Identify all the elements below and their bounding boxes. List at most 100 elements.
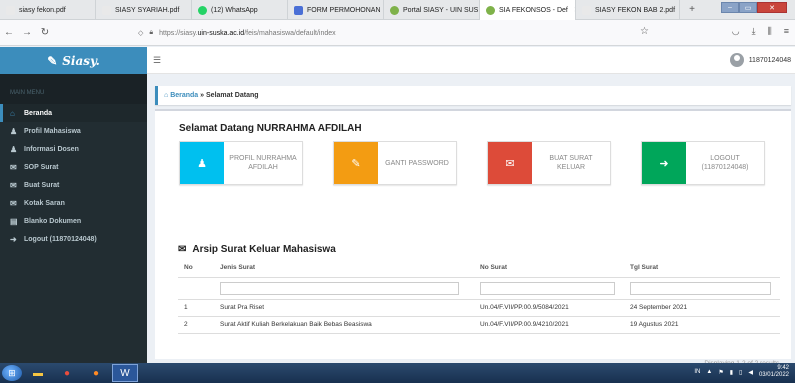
minimize-icon[interactable]: – xyxy=(721,2,739,13)
logout-icon: ➜ xyxy=(10,234,17,244)
tile-label: LOGOUT (11870124048) xyxy=(701,155,749,171)
envelope-icon: ✉ xyxy=(10,198,17,208)
lock-icon: 🔒︎ xyxy=(149,29,154,36)
forward-icon[interactable]: → xyxy=(18,27,36,38)
pdf-icon xyxy=(582,5,591,15)
column-header[interactable]: Jenis Surat xyxy=(214,259,474,278)
signal-icon[interactable]: ▮ xyxy=(730,369,733,376)
cell-jenis: Surat Pra Riset xyxy=(214,299,474,317)
browser-tab[interactable]: SIASY SYARIAH.pdf xyxy=(96,0,192,20)
back-icon[interactable]: ← xyxy=(0,27,18,38)
tile-label: BUAT SURAT KELUAR xyxy=(549,155,593,171)
jenis-surat-filter[interactable] xyxy=(220,281,459,295)
library-icon[interactable]: ⫼ xyxy=(768,26,772,37)
sidebar-item-logout[interactable]: ➜ Logout (11870124048) xyxy=(0,230,147,248)
sidebar-item-profil-mahasiswa[interactable]: ♟ Profil Mahasiswa xyxy=(0,122,147,140)
breadcrumb: ⌂ Beranda » Selamat Datang xyxy=(155,86,791,105)
cell-tgl: 19 Agustus 2021 xyxy=(624,316,780,334)
url-prefix: https://siasy. xyxy=(159,29,198,37)
sidebar-item-kotak-saran[interactable]: ✉ Kotak Saran xyxy=(0,194,147,212)
browser-tab[interactable]: SIASY FEKON BAB 2.pdf xyxy=(576,0,680,20)
user-icon: ♟ xyxy=(180,142,224,184)
browser-nav-bar: ← → ↻ ◇ 🔒︎ https://siasy. uin-suska.ac.id… xyxy=(0,20,795,46)
browser-tab-bar: siasy fekon.pdf SIASY SYARIAH.pdf (12) W… xyxy=(0,0,795,20)
document-icon: ▤ xyxy=(10,216,18,226)
logout-tile[interactable]: ➜ LOGOUT (11870124048) xyxy=(641,141,765,185)
start-button[interactable]: ⊞ xyxy=(2,365,22,381)
sidebar-item-sop-surat[interactable]: ✉ SOP Surat xyxy=(0,158,147,176)
chrome-icon[interactable]: ● xyxy=(54,364,80,382)
sidebar-item-beranda[interactable]: ⌂ Beranda xyxy=(0,104,147,122)
change-password-tile[interactable]: ✎ GANTI PASSWORD xyxy=(333,141,457,185)
system-tray: IN ▲ ⚑ ▮ ▯ ◀︎ 9:42 03/01/2022 xyxy=(694,365,789,379)
envelope-icon: ✉ xyxy=(488,142,532,184)
window-controls: – ▭ ✕ xyxy=(721,2,787,13)
browser-tab-active[interactable]: SIA FEKONSOS - Def✕ xyxy=(480,0,576,20)
pdf-icon xyxy=(6,5,15,15)
shield-icon: ◇ xyxy=(138,30,144,37)
volume-icon[interactable]: ◀︎ xyxy=(748,369,753,376)
taskbar: ⊞ ▬ ● ● W IN ▲ ⚑ ▮ ▯ ◀︎ 9:42 03/01/2022 xyxy=(0,363,795,383)
avatar xyxy=(729,53,744,67)
browser-tab[interactable]: (12) WhatsApp xyxy=(192,0,288,20)
browser-tab[interactable]: Portal SIASY - UIN SUS xyxy=(384,0,480,20)
flag-icon[interactable]: ⚑ xyxy=(718,369,723,376)
bookmark-star-icon[interactable]: ☆ xyxy=(640,26,649,37)
create-letter-tile[interactable]: ✉ BUAT SURAT KELUAR xyxy=(487,141,611,185)
breadcrumb-current: Selamat Datang xyxy=(206,92,259,99)
portal-icon xyxy=(390,5,399,15)
table-row: 2 Surat Aktif Kuliah Berkelakuan Baik Be… xyxy=(178,316,780,334)
new-tab-button[interactable]: + xyxy=(680,0,704,19)
breadcrumb-home-link[interactable]: ⌂ Beranda xyxy=(164,92,198,99)
maximize-icon[interactable]: ▭ xyxy=(739,2,757,13)
column-header[interactable]: No Surat xyxy=(474,259,624,278)
reload-icon[interactable]: ↻ xyxy=(36,27,54,38)
user-icon: ♟ xyxy=(10,126,18,136)
user-id: 11870124048 xyxy=(748,56,791,64)
word-icon[interactable]: W xyxy=(112,364,138,382)
tile-label: GANTI PASSWORD xyxy=(385,159,449,167)
firefox-icon[interactable]: ● xyxy=(83,364,109,382)
address-bar[interactable]: ◇ 🔒︎ https://siasy. uin-suska.ac.id/feis/… xyxy=(138,24,618,42)
menu-icon[interactable]: ≡ xyxy=(784,26,789,37)
sidebar-item-buat-surat[interactable]: ✉ Buat Surat xyxy=(0,176,147,194)
language-indicator[interactable]: IN xyxy=(694,369,700,375)
home-icon: ⌂ xyxy=(10,108,15,118)
user-menu[interactable]: 11870124048 xyxy=(729,53,791,67)
browser-tab[interactable]: FORM PERMOHONAN xyxy=(288,0,384,20)
sidebar: ✎ Siasy. MAIN MENU ⌂ Beranda ♟ Profil Mahas… xyxy=(0,47,147,363)
main-content: ⌂ Beranda » Selamat Datang Selamat Datan… xyxy=(147,74,795,367)
tgl-surat-filter[interactable] xyxy=(630,281,771,295)
envelope-icon: ✉ xyxy=(10,180,17,190)
logout-icon: ➜ xyxy=(642,142,686,184)
download-icon[interactable]: ⤓ xyxy=(752,26,756,37)
sidebar-item-informasi-dosen[interactable]: ♟ Informasi Dosen xyxy=(0,140,147,158)
pocket-icon[interactable]: ◡ xyxy=(732,26,740,37)
brand-logo[interactable]: ✎ Siasy. xyxy=(0,47,147,74)
cell-nomor: Un.04/F.VII/PP.00.9/5084/2021 xyxy=(474,299,624,317)
profile-tile[interactable]: ♟ PROFIL NURRAHMA AFDILAH xyxy=(179,141,303,185)
browser-tab[interactable]: siasy fekon.pdf xyxy=(0,0,96,20)
close-window-icon[interactable]: ✕ xyxy=(757,2,787,13)
column-header: No xyxy=(178,259,214,278)
tile-label: PROFIL NURRAHMA AFDILAH xyxy=(229,155,297,171)
clock[interactable]: 9:42 03/01/2022 xyxy=(759,365,789,379)
file-explorer-icon[interactable]: ▬ xyxy=(25,364,51,382)
edit-icon: ✎ xyxy=(334,142,378,184)
battery-icon[interactable]: ▯ xyxy=(739,369,742,376)
cell-no: 2 xyxy=(178,316,214,334)
cell-tgl: 24 September 2021 xyxy=(624,299,780,317)
menu-header: MAIN MENU xyxy=(0,74,147,104)
table-row: 1 Surat Pra Riset Un.04/F.VII/PP.00.9/50… xyxy=(178,299,780,317)
browser-toolbar: ◡ ⤓ ⫼ ≡ xyxy=(732,26,789,37)
no-surat-filter[interactable] xyxy=(480,281,616,295)
sidebar-item-blanko-dokumen[interactable]: ▤ Blanko Dokumen xyxy=(0,212,147,230)
chevron-up-icon[interactable]: ▲ xyxy=(706,369,712,375)
archive-table: No Jenis Surat No Surat Tgl Surat 1 Sura… xyxy=(178,259,780,334)
column-header[interactable]: Tgl Surat xyxy=(624,259,780,278)
edit-icon: ✎ xyxy=(47,53,58,68)
sidebar-toggle-icon[interactable]: ☰ xyxy=(153,55,161,66)
portal-icon xyxy=(486,5,495,15)
cell-jenis: Surat Aktif Kuliah Berkelakuan Baik Beba… xyxy=(214,316,474,334)
envelope-icon: ✉ xyxy=(10,162,17,172)
